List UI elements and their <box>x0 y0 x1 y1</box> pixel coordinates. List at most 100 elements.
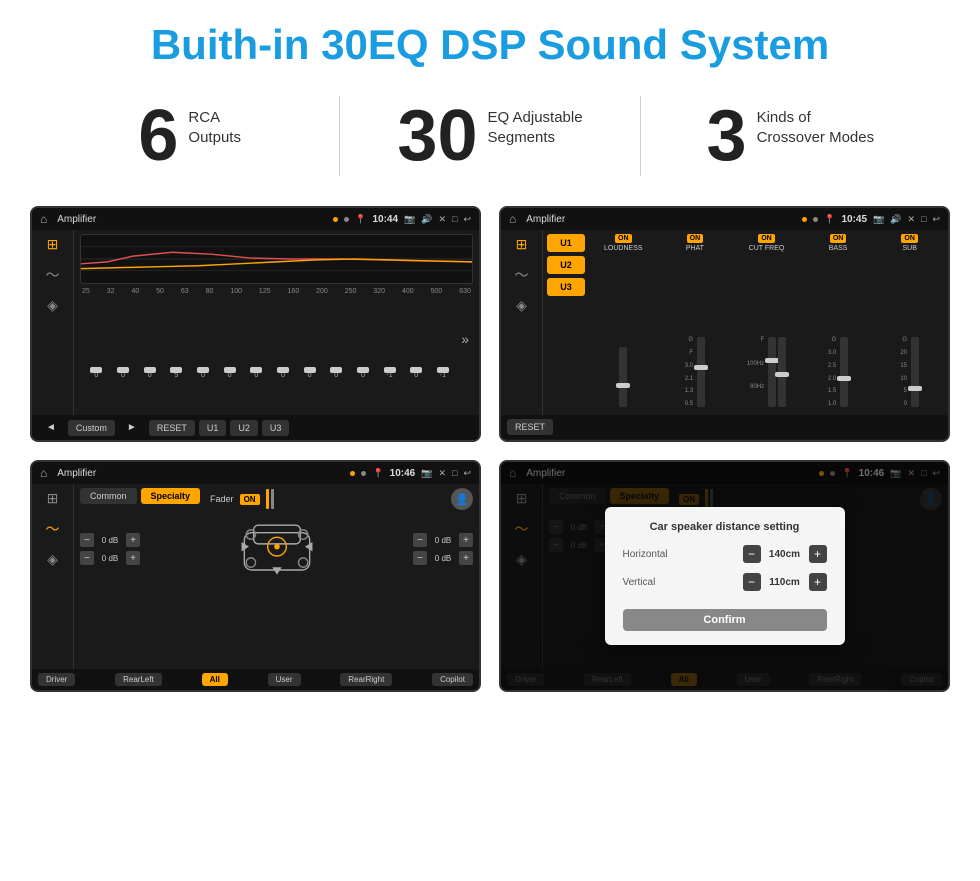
fr-minus-button[interactable]: − <box>413 533 427 547</box>
confirm-button[interactable]: Confirm <box>623 609 827 631</box>
fr-plus-button[interactable]: + <box>459 533 473 547</box>
eq-slider-7: 0 <box>271 370 296 379</box>
amp-controls: ON LOUDNESS ON PHAT <box>589 234 944 411</box>
fl-minus-button[interactable]: − <box>80 533 94 547</box>
speaker-rl-db-row: − 0 dB + <box>80 551 140 565</box>
rr-minus-button[interactable]: − <box>413 551 427 565</box>
sub-slider[interactable] <box>911 337 919 407</box>
amp-wave-icon[interactable]: 〜 <box>515 265 529 285</box>
bass-slider[interactable] <box>840 337 848 407</box>
loudness-header: ON <box>615 234 632 243</box>
eq-next-button[interactable]: ► <box>119 419 145 436</box>
eq-prev-button[interactable]: ◄ <box>38 419 64 436</box>
amp-camera-icon: 📷 <box>873 214 884 225</box>
phat-slider[interactable] <box>697 337 705 407</box>
fl-db-value: 0 dB <box>97 536 123 545</box>
eq-slider-9: 0 <box>324 370 349 379</box>
dialog-horizontal-label: Horizontal <box>623 549 668 560</box>
amp-status-bar: ⌂ Amplifier 📍 10:45 📷 🔊 ✕ □ ↩ <box>501 208 948 230</box>
rl-minus-button[interactable]: − <box>80 551 94 565</box>
speaker-layout: − 0 dB + − 0 dB + <box>80 514 473 584</box>
freq-label-0: 25 <box>82 288 90 295</box>
loudness-slider[interactable] <box>619 347 627 407</box>
fl-plus-button[interactable]: + <box>126 533 140 547</box>
common-tab[interactable]: Common <box>80 488 137 504</box>
eq-slider-12: 0 <box>404 370 429 379</box>
vertical-plus-button[interactable]: + <box>809 573 827 591</box>
rr-plus-button[interactable]: + <box>459 551 473 565</box>
cross-wave-icon[interactable]: 〜 <box>46 519 60 539</box>
wave-icon[interactable]: 〜 <box>46 265 60 285</box>
amp-eq-icon[interactable]: ⊞ <box>516 236 528 253</box>
fader-slider-1[interactable] <box>266 489 269 509</box>
preset-u2-button[interactable]: U2 <box>547 256 585 274</box>
freq-label-8: 160 <box>288 288 300 295</box>
phat-on-badge: ON <box>687 234 704 243</box>
amp-screen-title: Amplifier <box>526 214 796 225</box>
phat-header: ON <box>687 234 704 243</box>
preset-u1-button[interactable]: U1 <box>547 234 585 252</box>
user-button[interactable]: User <box>268 673 301 686</box>
stat-divider-1 <box>339 96 340 176</box>
cross-speaker-icon[interactable]: ◈ <box>47 551 58 568</box>
speaker-fl-db-row: − 0 dB + <box>80 533 140 547</box>
fader-sliders <box>266 489 274 509</box>
horizontal-plus-button[interactable]: + <box>809 545 827 563</box>
camera-icon: 📷 <box>404 214 415 225</box>
cross-home-icon[interactable]: ⌂ <box>40 466 47 480</box>
dialog-title: Car speaker distance setting <box>623 521 827 533</box>
page-title: Buith-in 30EQ DSP Sound System <box>0 0 980 86</box>
eq-reset-button[interactable]: RESET <box>149 420 195 436</box>
freq-label-2: 40 <box>131 288 139 295</box>
speaker-right-controls: − 0 dB + − 0 dB + <box>413 533 473 565</box>
eq-u2-button[interactable]: U2 <box>230 420 258 436</box>
loudness-label: LOUDNESS <box>604 245 643 252</box>
vertical-value: 110cm <box>765 577 805 588</box>
amp-reset-button[interactable]: RESET <box>507 419 553 435</box>
horizontal-minus-button[interactable]: − <box>743 545 761 563</box>
eq-custom-button[interactable]: Custom <box>68 420 115 436</box>
stat-rca-label: RCAOutputs <box>188 100 241 147</box>
speaker-left-controls: − 0 dB + − 0 dB + <box>80 533 140 565</box>
speaker-icon[interactable]: ◈ <box>47 297 58 314</box>
specialty-tab[interactable]: Specialty <box>141 488 201 504</box>
rearright-button[interactable]: RearRight <box>340 673 392 686</box>
cutfreq-slider-f[interactable] <box>778 337 786 407</box>
eq-u1-button[interactable]: U1 <box>199 420 227 436</box>
rearleft-button[interactable]: RearLeft <box>115 673 162 686</box>
eq-icon[interactable]: ⊞ <box>47 236 59 253</box>
cross-back-icon[interactable]: ↩ <box>463 468 471 479</box>
amp-back-icon[interactable]: ↩ <box>932 214 940 225</box>
driver-button[interactable]: Driver <box>38 673 75 686</box>
freq-label-3: 50 <box>156 288 164 295</box>
home-icon[interactable]: ⌂ <box>40 212 47 226</box>
eq-u3-button[interactable]: U3 <box>262 420 290 436</box>
cross-screen-title: Amplifier <box>57 468 344 479</box>
eq-slider-2: 0 <box>137 370 162 379</box>
eq-graph <box>80 234 473 284</box>
vertical-minus-button[interactable]: − <box>743 573 761 591</box>
amp-screen-content: ⊞ 〜 ◈ U1 U2 U3 ON <box>501 230 948 415</box>
preset-u3-button[interactable]: U3 <box>547 278 585 296</box>
copilot-button[interactable]: Copilot <box>432 673 473 686</box>
stat-rca: 6 RCAOutputs <box>60 100 319 172</box>
amp-status-dot-2 <box>813 217 818 222</box>
rr-db-value: 0 dB <box>430 554 456 563</box>
sub-header: ON <box>901 234 918 243</box>
back-icon[interactable]: ↩ <box>463 214 471 225</box>
rl-plus-button[interactable]: + <box>126 551 140 565</box>
eq-slider-3: 5 <box>164 370 189 379</box>
crossover-status-bar: ⌂ Amplifier 📍 10:46 📷 ✕ □ ↩ <box>32 462 479 484</box>
amp-channel-phat: ON PHAT G F 3.0 2.1 1.3 0.5 <box>661 234 730 411</box>
screenshots-grid: ⌂ Amplifier 📍 10:44 📷 🔊 ✕ □ ↩ ⊞ 〜 ◈ <box>0 196 980 712</box>
more-icon[interactable]: » <box>457 331 469 347</box>
freq-label-1: 32 <box>107 288 115 295</box>
eq-slider-6: 0 <box>244 370 269 379</box>
all-button[interactable]: All <box>202 673 228 686</box>
cross-eq-icon[interactable]: ⊞ <box>47 490 59 507</box>
fader-slider-2[interactable] <box>271 489 274 509</box>
bass-label: BASS <box>829 245 848 252</box>
bass-header: ON <box>830 234 847 243</box>
amp-speaker-icon[interactable]: ◈ <box>516 297 527 314</box>
amp-home-icon[interactable]: ⌂ <box>509 212 516 226</box>
